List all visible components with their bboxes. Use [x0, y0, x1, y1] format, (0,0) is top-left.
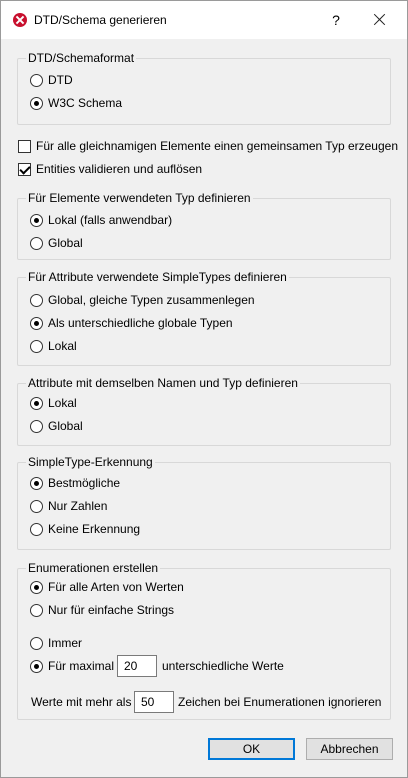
radio-selected-icon: [30, 317, 43, 330]
group-legend: Attribute mit demselben Namen und Typ de…: [26, 376, 300, 390]
radio-label: Immer: [48, 636, 82, 650]
radio-icon: [30, 74, 43, 87]
checkbox-label: Entities validieren und auflösen: [36, 162, 203, 176]
radio-icon: [30, 420, 43, 433]
ignore-suffix-label: Zeichen bei Enumerationen ignorieren: [178, 695, 382, 709]
radio-icon: [30, 523, 43, 536]
radio-label: Lokal (falls anwendbar): [48, 213, 173, 227]
radio-label: Als unterschiedliche globale Typen: [48, 316, 233, 330]
window-title: DTD/Schema generieren: [34, 13, 167, 27]
max-values-suffix: unterschiedliche Werte: [162, 659, 284, 673]
radio-label: DTD: [48, 73, 73, 87]
ignore-chars-input[interactable]: 50: [134, 691, 174, 713]
attribute-group: Attribute mit demselben Namen und Typ de…: [17, 376, 391, 446]
radio-label: Nur Zahlen: [48, 499, 108, 513]
radio-icon: [30, 604, 43, 617]
group-legend: Enumerationen erstellen: [26, 561, 161, 575]
radio-label: Lokal: [48, 339, 77, 353]
radio-label: Global, gleiche Typen zusammenlegen: [48, 293, 255, 307]
radio-label: Nur für einfache Strings: [48, 603, 175, 617]
radio-label: Lokal: [48, 396, 77, 410]
radio-selected-icon: [30, 97, 43, 110]
group-legend: Für Elemente verwendeten Typ definieren: [26, 191, 253, 205]
radio-selected-icon: [30, 397, 43, 410]
radio-icon: [30, 500, 43, 513]
help-button[interactable]: ?: [323, 7, 349, 33]
group-legend: DTD/Schemaformat: [26, 51, 137, 65]
radio-selected-icon: [30, 660, 43, 673]
radio-label: Global: [48, 419, 83, 433]
radio-selected-icon: [30, 477, 43, 490]
app-icon: [13, 13, 27, 27]
radio-label: Bestmögliche: [48, 476, 121, 490]
ok-button[interactable]: OK: [208, 738, 295, 760]
radio-icon: [30, 237, 43, 250]
checkbox-label: Für alle gleichnamigen Elemente einen ge…: [36, 139, 398, 153]
radio-icon: [30, 637, 43, 650]
checkbox-icon: [18, 140, 31, 153]
group-legend: SimpleType-Erkennung: [26, 455, 155, 469]
ignore-prefix-label: Werte mit mehr als: [31, 695, 132, 709]
title-bar: DTD/Schema generieren ?: [1, 1, 407, 39]
schema-format-group: DTD/Schemaformat: [17, 51, 391, 125]
radio-icon: [30, 294, 43, 307]
max-values-input[interactable]: 20: [117, 655, 157, 677]
close-icon[interactable]: [365, 7, 395, 33]
radio-label: Für maximal: [48, 659, 115, 673]
radio-label: Global: [48, 236, 83, 250]
radio-label: W3C Schema: [48, 96, 123, 110]
group-legend: Für Attribute verwendete SimpleTypes def…: [26, 270, 289, 284]
cancel-button[interactable]: Abbrechen: [306, 738, 393, 760]
dialog-window: DTD/Schema generieren ? DTD/Schemaformat…: [0, 0, 408, 778]
radio-icon: [30, 340, 43, 353]
radio-label: Keine Erkennung: [48, 522, 141, 536]
radio-selected-icon: [30, 214, 43, 227]
radio-selected-icon: [30, 581, 43, 594]
checkbox-checked-icon: [18, 163, 31, 176]
radio-label: Für alle Arten von Werten: [48, 580, 184, 594]
